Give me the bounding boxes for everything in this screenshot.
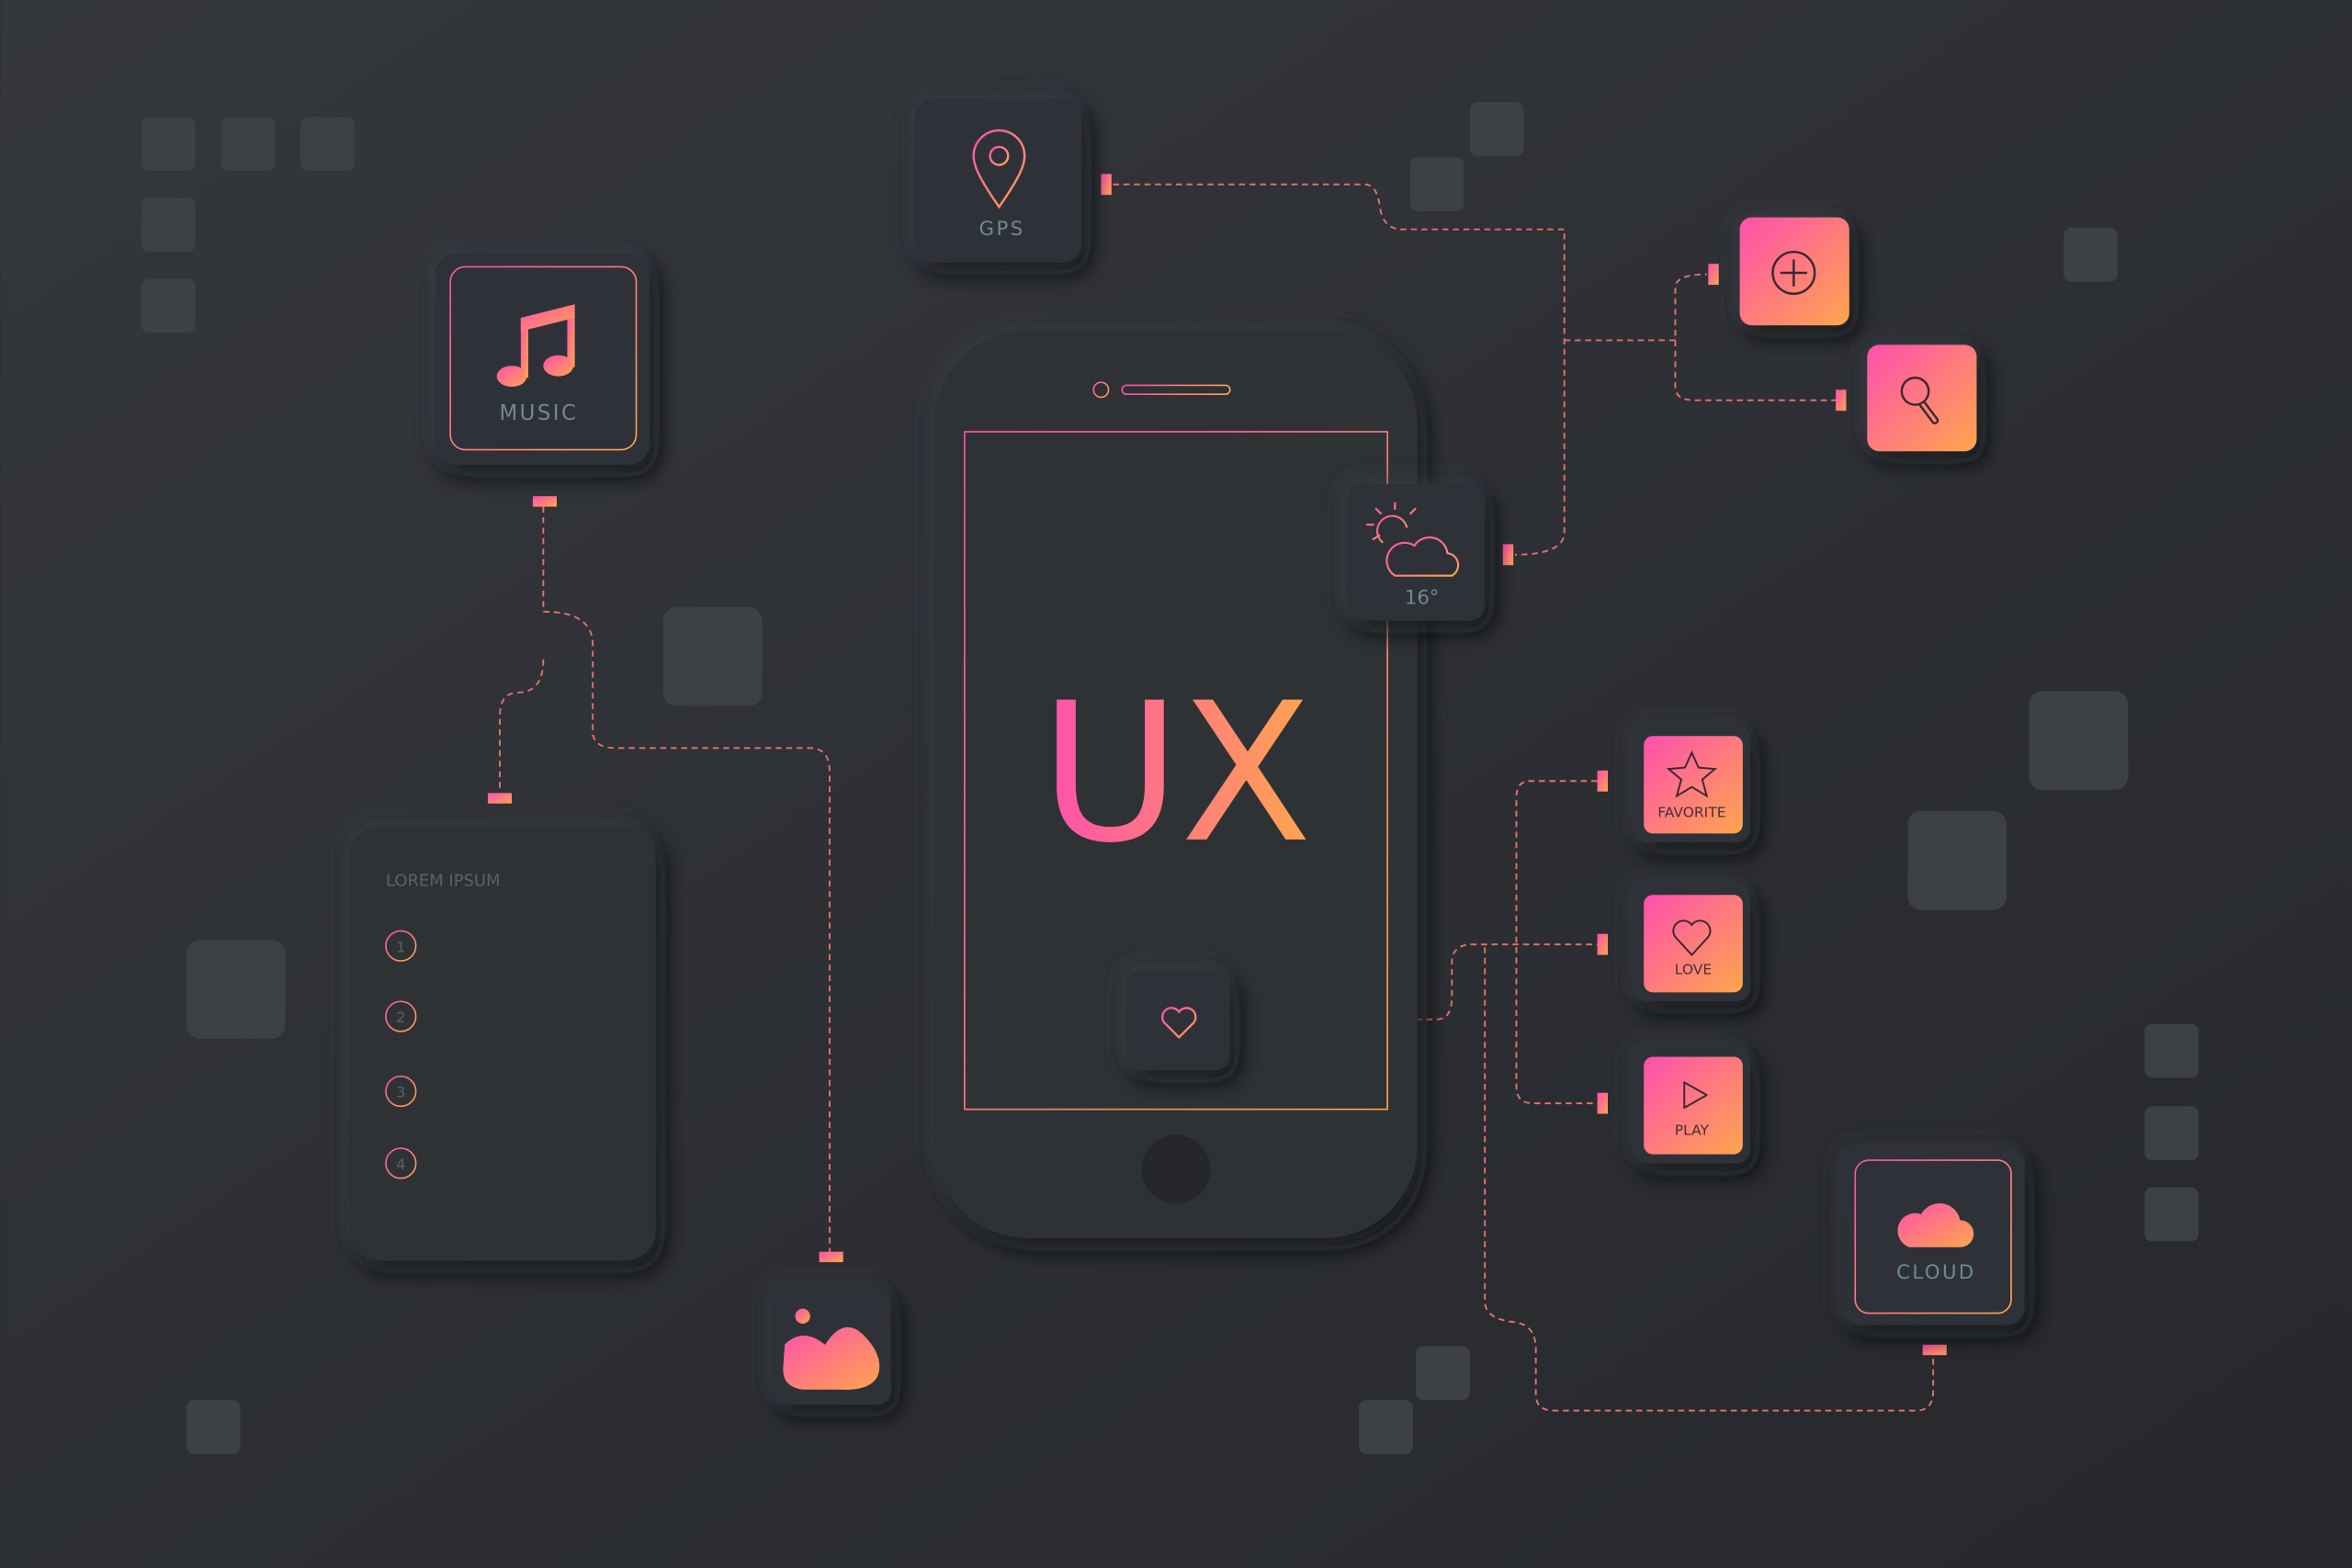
- favorite-button[interactable]: FAVORITE: [1633, 725, 1751, 843]
- phone: UX: [934, 330, 1418, 1238]
- list-item-number: 3: [396, 1084, 405, 1101]
- gps-label: GPS: [979, 218, 1025, 241]
- gps-tile[interactable]: GPS: [915, 98, 1082, 263]
- love-button[interactable]: LOVE: [1633, 884, 1751, 1002]
- add-button[interactable]: [1739, 217, 1849, 326]
- ux-headline: UX: [1040, 662, 1312, 886]
- favorite-label: FAVORITE: [1657, 804, 1725, 820]
- list-title: LOREM IPSUM: [386, 871, 501, 890]
- list-item-number: 1: [396, 938, 405, 955]
- cloud-tile[interactable]: CLOUD: [1841, 1148, 2025, 1325]
- music-tile[interactable]: MUSIC: [435, 253, 650, 465]
- ux-illustration: UX GPS MUSIC 16° FAVORITE LOVE PLAY CLOU…: [0, 0, 2352, 1568]
- home-button[interactable]: [1141, 1134, 1211, 1204]
- list-item-number: 4: [396, 1156, 405, 1173]
- image-tile[interactable]: [771, 1286, 891, 1405]
- cloud-label: CLOUD: [1896, 1261, 1976, 1284]
- list-item-number: 2: [396, 1009, 405, 1026]
- weather-tile[interactable]: 16°: [1347, 484, 1486, 621]
- play-button[interactable]: PLAY: [1633, 1046, 1751, 1164]
- list-card: LOREM IPSUM 1 2 3 4: [349, 826, 656, 1261]
- love-label: LOVE: [1675, 962, 1712, 978]
- music-label: MUSIC: [500, 401, 579, 425]
- play-label: PLAY: [1675, 1122, 1710, 1138]
- search-button[interactable]: [1867, 344, 1977, 452]
- temperature-label: 16°: [1405, 587, 1440, 610]
- heart-button[interactable]: [1126, 969, 1230, 1071]
